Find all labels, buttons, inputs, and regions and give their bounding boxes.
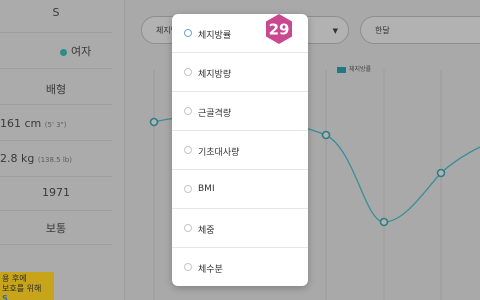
dropdown-option[interactable]: 기초대사량: [172, 131, 308, 170]
legend-swatch: [337, 66, 346, 73]
check-circle-icon: [184, 146, 192, 154]
divider: [0, 32, 112, 33]
divider: [0, 176, 112, 177]
chevron-down-icon: ▼: [332, 27, 338, 35]
dropdown-option[interactable]: 체수분: [172, 248, 308, 287]
dropdown-option-label: 근골격량: [198, 109, 232, 119]
profile-sidebar: S 여자 배형 161 cm (5' 3") 2.8 kg (138.5 lb)…: [0, 0, 125, 300]
divider: [0, 104, 112, 105]
notice-line-2: 보호를 위해: [2, 284, 42, 293]
dropdown-option-label: 체지방률: [198, 31, 232, 41]
check-circle-icon: [184, 263, 192, 271]
gender-row: 여자: [0, 43, 120, 59]
dropdown-option[interactable]: 근골격량: [172, 92, 308, 131]
badge-number: 29: [269, 21, 290, 39]
dropdown-option-label: BMI: [198, 184, 215, 194]
dropdown-option[interactable]: 체중: [172, 209, 308, 248]
step-badge: 29: [266, 14, 292, 44]
divider: [0, 140, 112, 141]
dropdown-option[interactable]: BMI: [172, 170, 308, 209]
profile-initial: S: [52, 6, 60, 19]
chart-legend: 체지방률: [337, 64, 371, 73]
weight-value: 2.8 kg: [0, 152, 35, 165]
blood-type: 배형: [45, 83, 67, 96]
notice-banner: 용 후에 보호를 위해 S: [0, 272, 54, 300]
notice-line-3: S: [2, 294, 8, 300]
legend-label: 체지방률: [349, 66, 372, 73]
dropdown-option[interactable]: 체지방량: [172, 53, 308, 92]
check-circle-icon: [184, 224, 192, 232]
weight-row: 2.8 kg (138.5 lb): [0, 152, 72, 165]
metric-dropdown-menu: 체지방률체지방량근골격량기초대사량 BMI 체중체수분: [172, 14, 308, 286]
height-alt: (5' 3"): [44, 121, 67, 129]
period-select[interactable]: 한달: [360, 16, 480, 44]
divider: [0, 244, 112, 245]
period-select-value: 한달: [375, 26, 390, 35]
gender-dot-icon: [60, 48, 67, 56]
check-circle-icon: [184, 185, 192, 193]
gender-value: 여자: [71, 45, 92, 58]
check-circle-icon: [184, 107, 192, 115]
check-circle-icon: [184, 68, 192, 76]
dropdown-option-label: 기초대사량: [198, 148, 240, 158]
height-value: 161 cm: [0, 117, 42, 130]
dropdown-option-label: 체수분: [198, 265, 223, 275]
weight-alt: (138.5 lb): [37, 156, 72, 164]
dropdown-option-label: 체중: [198, 226, 215, 236]
check-circle-icon: [184, 29, 192, 37]
birth-year: 1971: [42, 186, 70, 199]
dropdown-option-label: 체지방량: [198, 70, 232, 80]
height-row: 161 cm (5' 3"): [0, 117, 67, 130]
body-type: 보통: [45, 222, 67, 235]
divider: [0, 68, 112, 69]
notice-line-1: 용 후에: [2, 274, 27, 283]
divider: [0, 210, 112, 211]
